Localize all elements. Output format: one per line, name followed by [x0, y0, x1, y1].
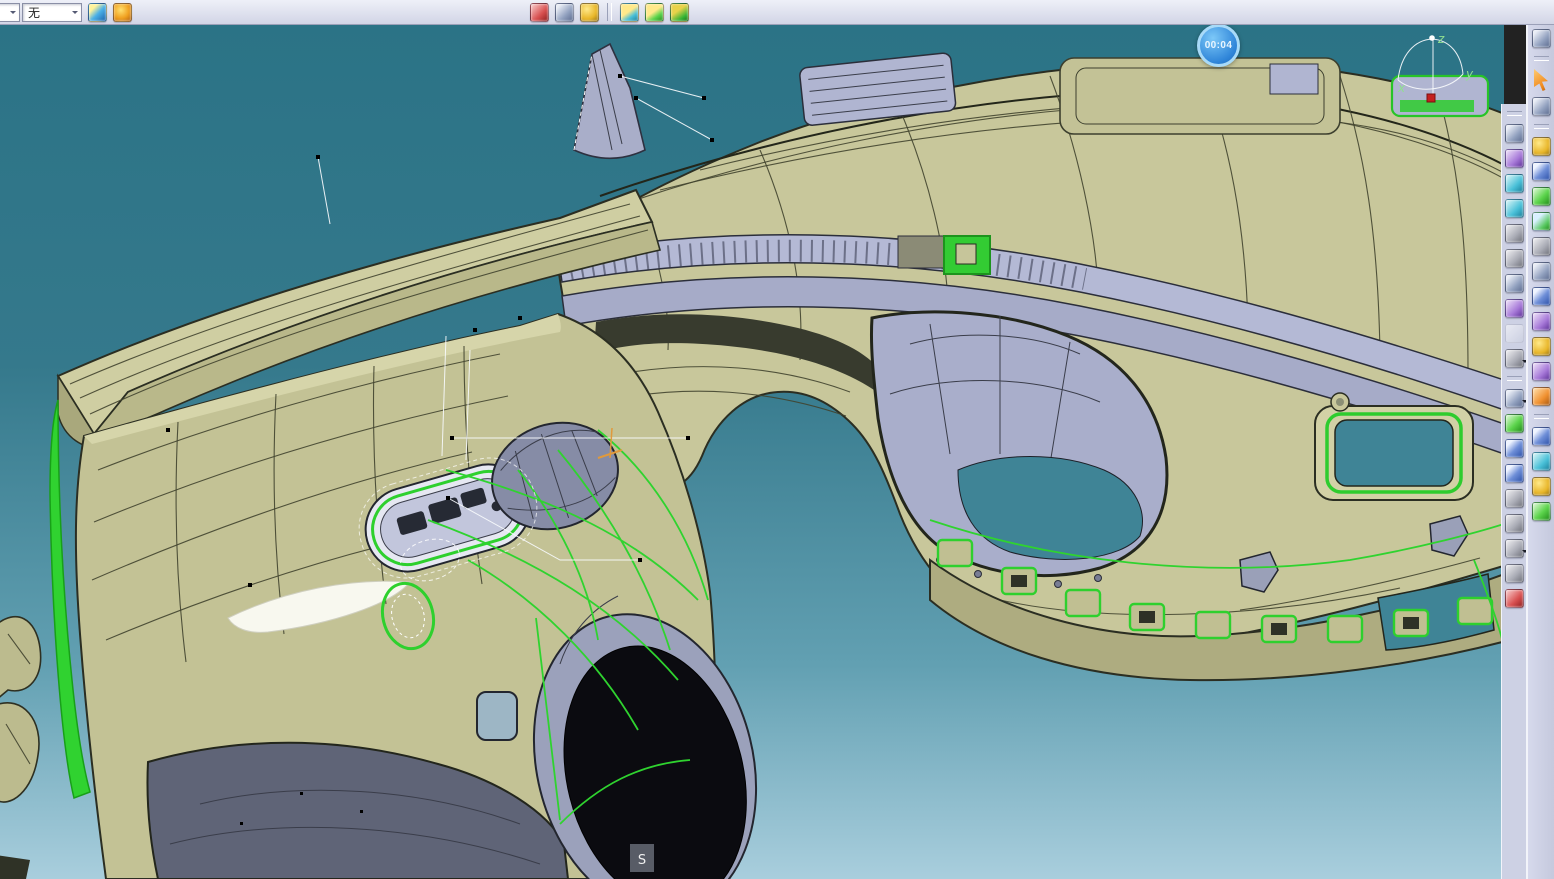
folder-catalog-icon[interactable] [1532, 362, 1551, 381]
model-canvas: S z x y [0, 24, 1504, 879]
lock-green-arrow-icon[interactable] [645, 3, 664, 22]
cube-motion-icon[interactable] [1505, 199, 1524, 218]
model-s-label: S [630, 844, 654, 872]
toolbar-separator [1507, 376, 1522, 381]
recording-timer-text: 00:04 [1205, 40, 1233, 51]
search-binoculars-icon[interactable] [1532, 427, 1551, 446]
part-design-doc-icon[interactable] [1532, 162, 1551, 181]
graphic-properties-group [88, 2, 132, 22]
image-catalog-icon[interactable] [1532, 312, 1551, 331]
pocket-recess [477, 692, 517, 740]
colored-cube-icon[interactable] [1505, 149, 1524, 168]
line-type-value: 无 [23, 5, 70, 21]
anchor-icon[interactable] [1505, 224, 1524, 243]
knowledge-tools-group [530, 2, 689, 22]
layer-stack-icon[interactable] [1532, 337, 1551, 356]
glovebox-opening[interactable] [1315, 393, 1473, 500]
sphere-gear-icon[interactable] [1532, 137, 1551, 156]
manikin-icon[interactable] [1505, 564, 1524, 583]
lock-green-check-icon[interactable] [670, 3, 689, 22]
chain-link-icon[interactable] [1505, 124, 1524, 143]
sidebar-secondary-column [1501, 104, 1526, 879]
lighter-tool-icon[interactable] [113, 3, 132, 22]
line-type-dropdown[interactable]: 无 [22, 3, 82, 22]
partial-part-left-edge[interactable] [0, 617, 41, 879]
chevron-down-icon [8, 5, 19, 20]
catalog-edit-icon[interactable] [555, 3, 574, 22]
chevron-down-icon [70, 5, 81, 20]
search-binoculars-alt-icon[interactable] [1532, 452, 1551, 471]
record-simulation-icon[interactable] [1505, 514, 1524, 533]
frame-doc-icon[interactable] [1505, 439, 1524, 458]
paperclip-icon[interactable] [1505, 249, 1524, 268]
sidebar-primary-column [1526, 24, 1554, 879]
toolbar-separator [1507, 111, 1522, 116]
export-doc-icon[interactable] [1532, 212, 1551, 231]
toolbar-separator [1534, 124, 1549, 129]
frame-doc-alt-icon[interactable] [1505, 464, 1524, 483]
compass-x-label: x [1397, 81, 1406, 95]
clash-shape-icon[interactable] [1505, 414, 1524, 433]
top-toolbar: 无 [0, 0, 1554, 25]
viewport-3d[interactable]: S z x y 00:04 [0, 24, 1504, 879]
track-shape-icon[interactable] [1505, 539, 1524, 558]
calculator-icon[interactable] [1532, 287, 1551, 306]
trim-keyboard-icon[interactable] [1532, 262, 1551, 281]
link-purple-icon[interactable] [1505, 299, 1524, 318]
toolbar-separator [1534, 56, 1549, 61]
wrench-tool-icon[interactable] [1532, 237, 1551, 256]
svg-text:S: S [638, 853, 646, 868]
publish-link-icon[interactable] [1532, 29, 1551, 48]
doc-gear-icon[interactable] [580, 3, 599, 22]
annotate-screen-icon[interactable] [1505, 274, 1524, 293]
fly-through-icon[interactable] [1532, 97, 1551, 116]
paint-brush-icon[interactable] [88, 3, 107, 22]
hand-cube-icon[interactable] [1505, 174, 1524, 193]
select-arrow-cursor-icon[interactable] [1531, 69, 1551, 91]
compass-z-label: z [1437, 32, 1445, 46]
cad-application-window: 无 [0, 0, 1554, 879]
exploded-view-icon[interactable] [1505, 389, 1524, 408]
point-annotation [316, 155, 330, 224]
line-width-dropdown[interactable] [0, 3, 20, 22]
compass-origin-dot [1427, 94, 1435, 102]
right-top-bracket [1392, 76, 1488, 116]
catalog-browser-icon[interactable] [530, 3, 549, 22]
section-cut-icon[interactable] [1505, 489, 1524, 508]
star-favorite-icon[interactable] [1532, 502, 1551, 521]
pillar-trim-fin[interactable] [574, 44, 714, 158]
assembly-doc-icon[interactable] [1532, 187, 1551, 206]
compass-y-label: y [1465, 67, 1474, 81]
lock-cyan-arrow-icon[interactable] [620, 3, 639, 22]
ghost-shape-icon[interactable] [1505, 324, 1524, 343]
machine-red-icon[interactable] [1505, 589, 1524, 608]
gear-pair-icon[interactable] [1532, 477, 1551, 496]
grid-gear-icon[interactable] [1505, 349, 1524, 368]
gear-settings-icon[interactable] [1532, 387, 1551, 406]
recording-timer-badge: 00:04 [1197, 24, 1240, 67]
toolbar-separator [1534, 414, 1549, 419]
center-top-recess [1060, 58, 1340, 134]
toolbar-separator [607, 3, 612, 21]
